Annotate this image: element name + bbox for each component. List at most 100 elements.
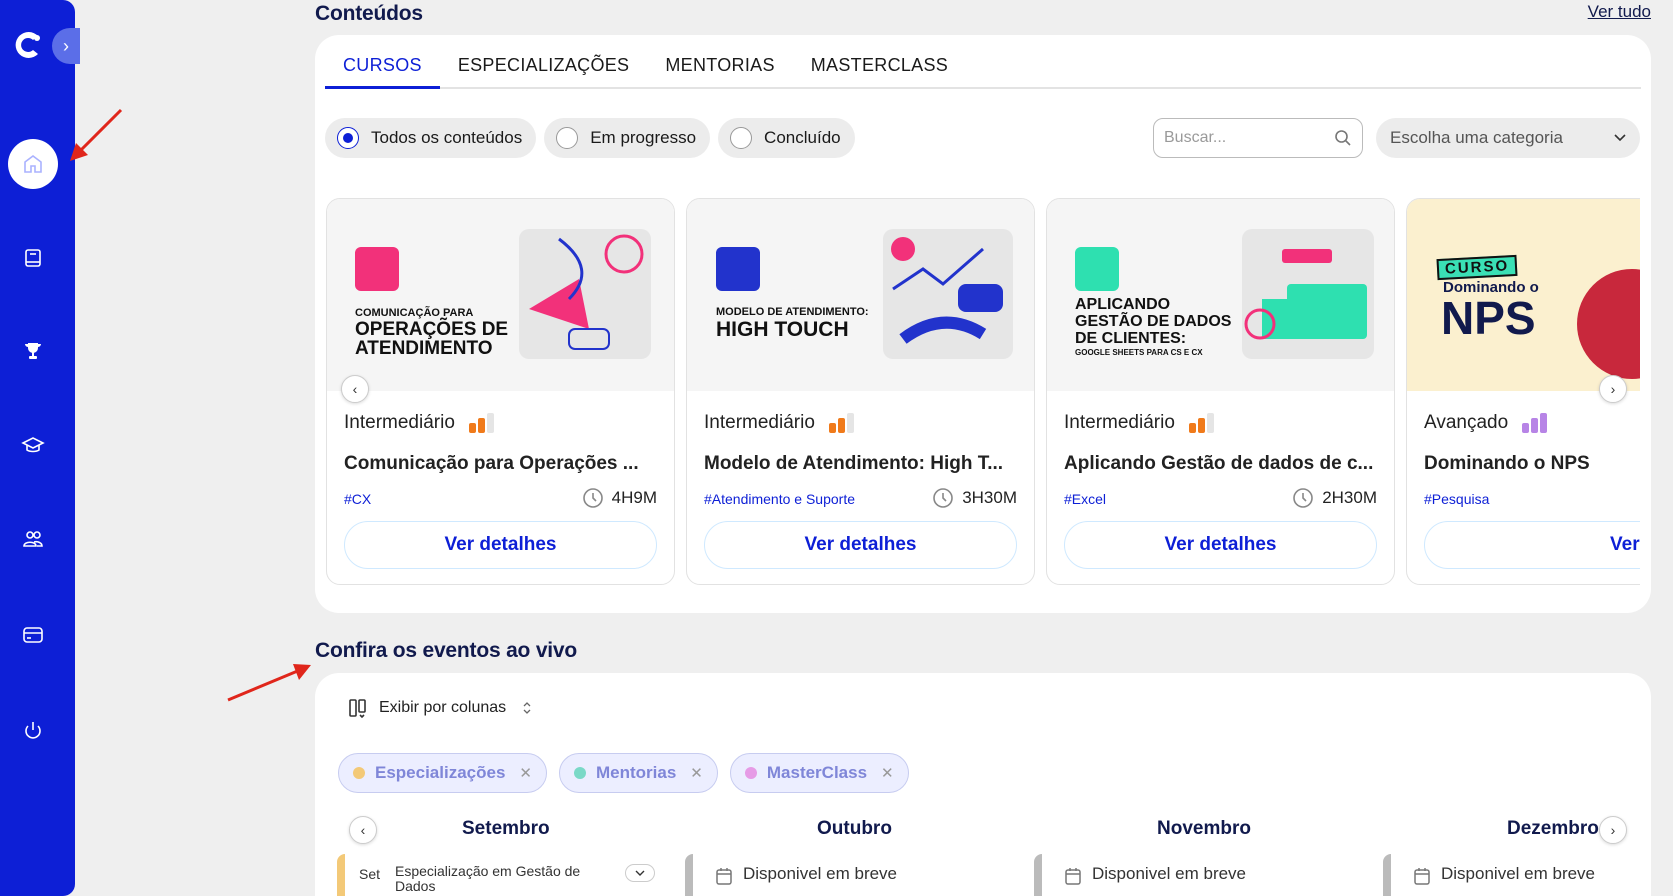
months-next-button[interactable]: › [1599, 816, 1627, 844]
event-type-filters: Especializações ✕ Mentorias ✕ MasterClas… [338, 753, 909, 793]
chip-label: Especializações [375, 763, 506, 782]
clock-icon [1293, 488, 1313, 508]
view-mode-select[interactable]: Exibir por colunas [347, 697, 532, 719]
chevron-right-icon: › [1610, 381, 1616, 397]
course-title: Aplicando Gestão de dados de c... [1064, 453, 1374, 474]
thumbnail-text: APLICANDO [1075, 296, 1171, 313]
course-tag[interactable]: #Excel [1064, 491, 1106, 507]
placeholder-text: Disponivel em breve [743, 864, 898, 883]
chip-dot-icon [744, 767, 757, 779]
tab-masterclass[interactable]: MASTERCLASS [793, 35, 966, 87]
users-icon [23, 531, 43, 547]
course-tag[interactable]: #Pesquisa [1424, 491, 1489, 507]
view-details-button[interactable]: Ver detalhes [1424, 521, 1640, 569]
course-duration: 3H30M [932, 487, 1017, 509]
megaphone-illustration [519, 229, 651, 359]
sort-icon [523, 702, 531, 714]
view-details-button[interactable]: Ver detalhes [344, 521, 657, 569]
sidebar-toggle-button[interactable]: › [52, 28, 80, 64]
home-icon [24, 155, 42, 173]
search-icon[interactable] [1334, 129, 1352, 147]
calendar-icon [1414, 868, 1430, 885]
handshake-illustration [883, 229, 1013, 359]
sidebar-item-home[interactable] [8, 139, 58, 189]
filter-completed-label: Concluído [764, 128, 841, 147]
view-all-link[interactable]: Ver tudo [1588, 2, 1651, 22]
course-title: Comunicação para Operações ... [344, 453, 639, 474]
handshake-badge-icon [716, 247, 760, 291]
placeholder-text: Disponivel em breve [1092, 864, 1247, 883]
view-details-button[interactable]: Ver detalhes [1064, 521, 1377, 569]
filter-in-progress[interactable]: Em progresso [544, 118, 711, 158]
search-box [1153, 118, 1363, 158]
search-input[interactable] [1164, 129, 1324, 147]
expand-event-button[interactable] [625, 864, 655, 882]
thumbnail-text: HIGH TOUCH [716, 318, 849, 342]
view-details-button[interactable]: Ver detalhes [704, 521, 1017, 569]
level-bars-icon [468, 413, 494, 433]
event-card[interactable]: Set Especialização em Gestão de Dados [337, 854, 677, 896]
sidebar-item-community[interactable] [8, 514, 58, 564]
event-month-abbr: Set [359, 866, 381, 882]
thumbnail-text: ATENDIMENTO [355, 338, 493, 360]
close-icon[interactable]: ✕ [881, 764, 894, 782]
course-duration: 4H9M [582, 487, 657, 509]
course-level: Intermediário [704, 412, 854, 434]
radio-unchecked-icon [556, 127, 579, 149]
sidebar-item-certificates[interactable] [8, 420, 58, 470]
course-level: Intermediário [344, 412, 494, 434]
close-icon[interactable]: ✕ [690, 764, 703, 782]
placeholder-text: Disponivel em breve [1441, 864, 1596, 883]
app-logo [15, 32, 40, 58]
chip-masterclass[interactable]: MasterClass ✕ [729, 753, 909, 793]
sidebar-item-logout[interactable] [8, 706, 58, 756]
contents-panel: CURSOS ESPECIALIZAÇÕES MENTORIAS MASTERC… [315, 35, 1651, 613]
events-title: Confira os eventos ao vivo [315, 639, 578, 662]
months-prev-button[interactable]: ‹ [349, 816, 377, 844]
sidebar: › [0, 0, 80, 896]
spreadsheet-illustration [1242, 229, 1374, 359]
filter-all-label: Todos os conteúdos [371, 128, 523, 147]
sidebar-item-courses[interactable] [8, 233, 58, 283]
carousel-prev-button[interactable]: ‹ [341, 375, 369, 403]
sidebar-item-achievements[interactable] [8, 326, 58, 376]
columns-icon [349, 699, 366, 719]
course-thumbnail: COMUNICAÇÃO PARA OPERAÇÕES DE ATENDIMENT… [327, 199, 674, 391]
category-select[interactable]: Escolha uma categoria [1376, 118, 1640, 158]
course-thumbnail: MODELO DE ATENDIMENTO: HIGH TOUCH [687, 199, 1034, 391]
trophy-icon [25, 343, 41, 359]
level-bars-icon [828, 413, 854, 433]
power-icon [25, 722, 41, 739]
month-header: Setembro [462, 818, 550, 839]
content-tabs: CURSOS ESPECIALIZAÇÕES MENTORIAS MASTERC… [325, 35, 1641, 89]
chip-mentorias[interactable]: Mentorias ✕ [559, 753, 718, 793]
carousel-next-button[interactable]: › [1599, 375, 1627, 403]
annotation-arrow-home [70, 108, 123, 161]
course-duration-value: 3H30M [962, 488, 1017, 507]
chip-dot-icon [353, 767, 365, 779]
filter-completed[interactable]: Concluído [718, 118, 855, 158]
book-icon [25, 249, 41, 267]
tab-mentorias[interactable]: MENTORIAS [647, 35, 792, 87]
annotation-arrow-events [227, 664, 311, 702]
course-tag[interactable]: #Atendimento e Suporte [704, 491, 855, 507]
thumbnail-text: CURSO [1436, 254, 1518, 281]
credit-card-icon [23, 627, 43, 643]
chevron-right-icon: › [1610, 822, 1616, 838]
tab-cursos[interactable]: CURSOS [325, 35, 440, 89]
clock-icon [933, 488, 953, 508]
course-tag[interactable]: #CX [344, 491, 371, 507]
filter-in-progress-label: Em progresso [590, 128, 697, 147]
event-placeholder: Disponivel em breve [1383, 854, 1643, 896]
thumbnail-text: GESTÃO DE DADOS [1075, 312, 1232, 330]
sidebar-item-billing[interactable] [8, 610, 58, 660]
tab-especializacoes[interactable]: ESPECIALIZAÇÕES [440, 35, 648, 87]
chip-especializacoes[interactable]: Especializações ✕ [338, 753, 547, 793]
status-filters: Todos os conteúdos Em progresso Concluíd… [325, 118, 855, 158]
course-card: CURSO Dominando o NPS › Avançado Dominan… [1406, 198, 1640, 585]
event-placeholder: Disponivel em breve [1034, 854, 1374, 896]
search-badge-icon [1075, 247, 1119, 291]
course-level-label: Intermediário [704, 412, 815, 433]
filter-all[interactable]: Todos os conteúdos [325, 118, 537, 158]
close-icon[interactable]: ✕ [519, 764, 532, 782]
